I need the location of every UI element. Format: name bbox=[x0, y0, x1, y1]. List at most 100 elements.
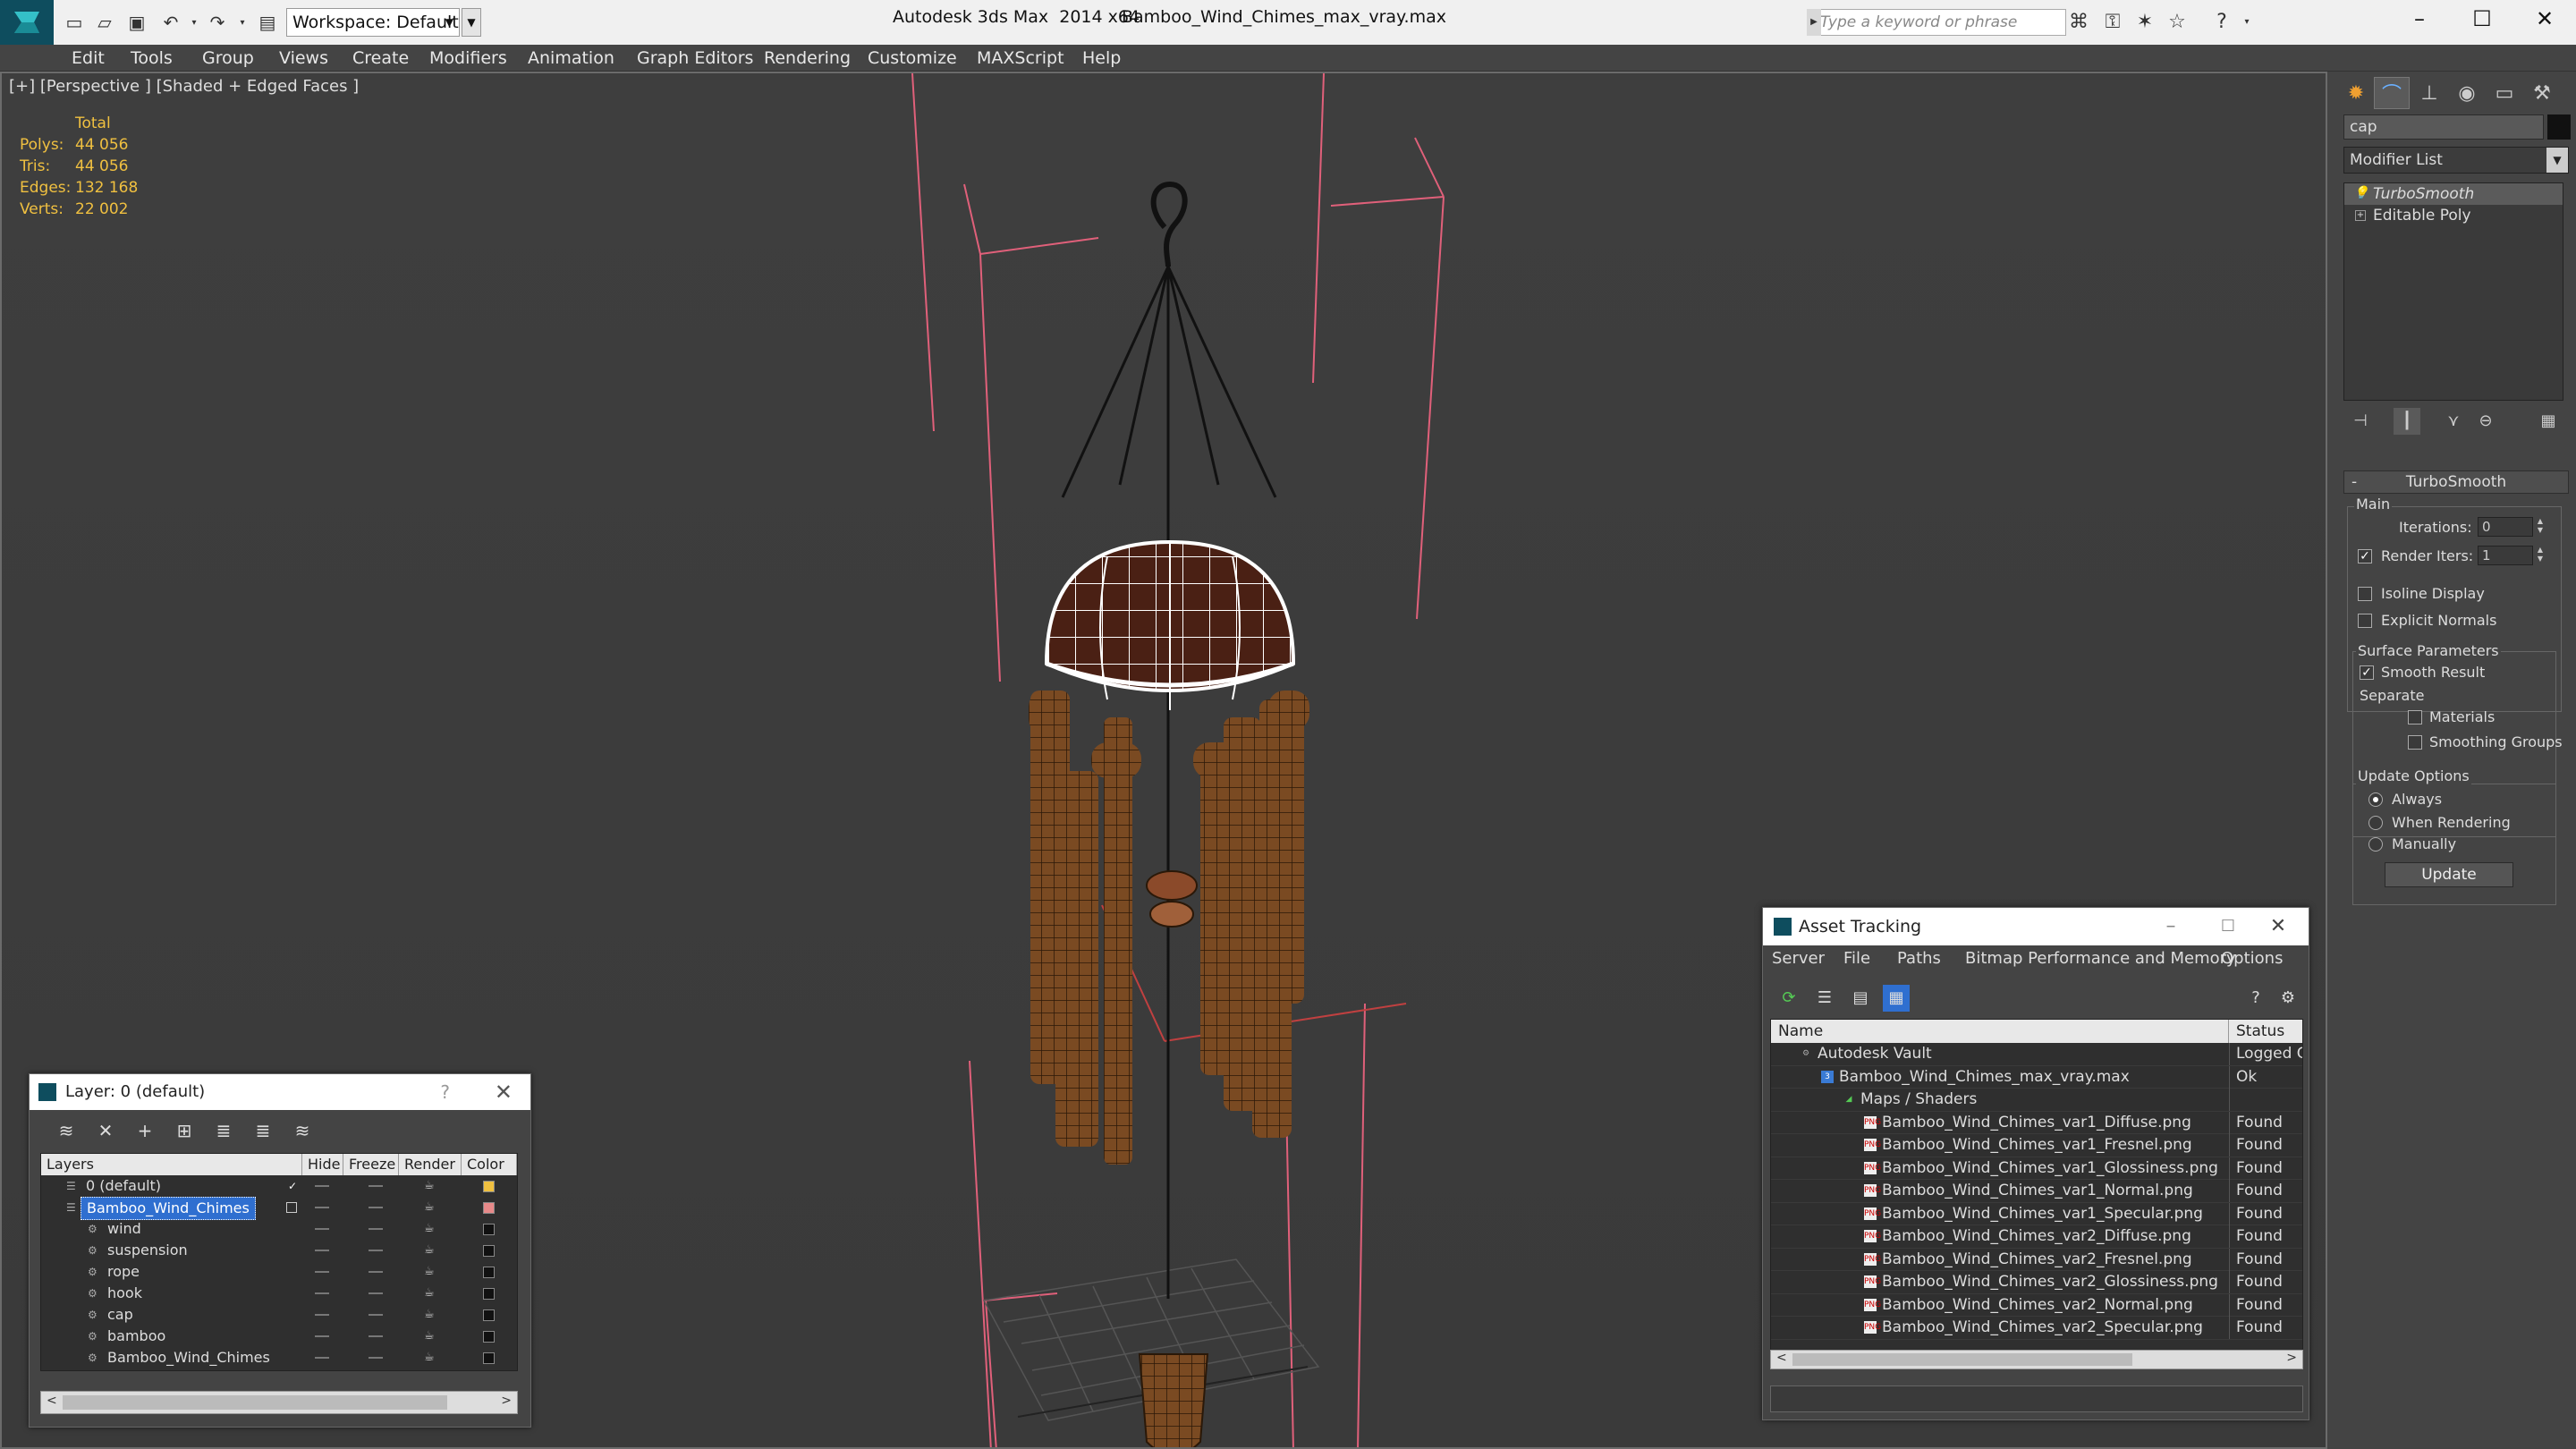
help-dropdown-icon[interactable]: ▾ bbox=[2234, 11, 2259, 34]
spinner-arrows-icon[interactable]: ▲ ▼ bbox=[2535, 546, 2546, 565]
layer-row[interactable]: ⚙ wind ☕ bbox=[41, 1218, 517, 1240]
minimize-button[interactable]: – bbox=[2388, 0, 2451, 38]
minimize-button[interactable]: – bbox=[2146, 908, 2196, 945]
asset-row[interactable]: PNG Bamboo_Wind_Chimes_var1_Specular.png F… bbox=[1771, 1202, 2302, 1225]
column-header[interactable]: Color bbox=[462, 1154, 517, 1175]
menu-animation[interactable]: Animation bbox=[528, 45, 614, 72]
menu-maxscript[interactable]: MAXScript bbox=[977, 45, 1064, 72]
settings-icon[interactable]: ⚙ bbox=[2275, 985, 2301, 1012]
column-header[interactable]: Freeze bbox=[343, 1154, 399, 1175]
subscription-key-icon[interactable]: ⚿ bbox=[2100, 11, 2125, 34]
asset-row[interactable]: PNG Bamboo_Wind_Chimes_var2_Specular.png F… bbox=[1771, 1317, 2302, 1340]
freeze-all-layers-icon[interactable]: ≋ bbox=[289, 1117, 316, 1144]
layer-color-swatch[interactable] bbox=[483, 1288, 495, 1300]
configure-sets-icon[interactable]: ▦ bbox=[2535, 408, 2562, 435]
highlight-layer-icon[interactable]: ≣ bbox=[210, 1117, 237, 1144]
freeze-toggle[interactable] bbox=[369, 1207, 383, 1208]
column-header[interactable]: Hide bbox=[302, 1154, 343, 1175]
freeze-toggle[interactable] bbox=[369, 1185, 383, 1187]
list-view-icon[interactable]: ☰ bbox=[1811, 985, 1838, 1012]
table-view-icon[interactable]: ▤ bbox=[1847, 985, 1874, 1012]
hide-toggle[interactable] bbox=[315, 1250, 329, 1251]
menu-help[interactable]: Help bbox=[1082, 45, 1121, 72]
update-button[interactable]: Update bbox=[2385, 862, 2513, 887]
layer-color-swatch[interactable] bbox=[483, 1309, 495, 1321]
asset-row[interactable]: ⚙ Autodesk Vault Logged O bbox=[1771, 1043, 2302, 1066]
column-header[interactable]: Status bbox=[2229, 1020, 2302, 1043]
freeze-toggle[interactable] bbox=[369, 1314, 383, 1316]
redo-dropdown-icon[interactable]: ▾ bbox=[231, 11, 254, 34]
layer-horizontal-scrollbar[interactable]: < > bbox=[40, 1391, 518, 1414]
menu-graph-editors[interactable]: Graph Editors bbox=[637, 45, 753, 72]
communication-icon[interactable]: ✶ bbox=[2132, 11, 2157, 34]
menu-create[interactable]: Create bbox=[352, 45, 409, 72]
grid-view-icon[interactable]: ▦ bbox=[1883, 985, 1910, 1012]
render-teapot-icon[interactable]: ☕ bbox=[424, 1287, 438, 1300]
asset-row[interactable]: PNG Bamboo_Wind_Chimes_var1_Diffuse.png Fo… bbox=[1771, 1111, 2302, 1134]
iterations-spinner[interactable]: 0 bbox=[2478, 517, 2533, 537]
hide-toggle[interactable] bbox=[315, 1271, 329, 1273]
undo-icon[interactable]: ↶ bbox=[159, 11, 182, 34]
save-file-icon[interactable]: ▣ bbox=[125, 11, 148, 34]
project-folder-icon[interactable]: ▤ bbox=[256, 11, 279, 34]
layer-row[interactable]: ⚙ cap ☕ bbox=[41, 1304, 517, 1326]
scroll-left-icon[interactable]: < bbox=[1776, 1351, 1787, 1365]
freeze-toggle[interactable] bbox=[369, 1250, 383, 1251]
layer-row[interactable]: ⚙ Bamboo_Wind_Chimes ☕ bbox=[41, 1347, 517, 1368]
when-rendering-radio[interactable] bbox=[2368, 816, 2383, 830]
freeze-toggle[interactable] bbox=[369, 1271, 383, 1273]
modify-tab-icon[interactable]: ⌒ bbox=[2374, 77, 2410, 109]
menu-edit[interactable]: Edit bbox=[72, 45, 105, 72]
display-tab-icon[interactable]: ▭ bbox=[2487, 77, 2522, 109]
redo-icon[interactable]: ↷ bbox=[206, 11, 229, 34]
render-teapot-icon[interactable]: ☕ bbox=[424, 1309, 438, 1321]
search-input[interactable]: Type a keyword or phrase bbox=[1807, 9, 2066, 36]
hide-toggle[interactable] bbox=[315, 1357, 329, 1359]
layer-color-swatch[interactable] bbox=[483, 1202, 495, 1214]
maximize-button[interactable]: ☐ bbox=[2203, 908, 2253, 945]
layer-color-swatch[interactable] bbox=[483, 1181, 495, 1192]
asset-row[interactable]: ◢ Maps / Shaders bbox=[1771, 1089, 2302, 1112]
render-iters-checkbox[interactable]: ✓ bbox=[2358, 549, 2372, 564]
render-teapot-icon[interactable]: ☕ bbox=[424, 1180, 438, 1192]
menu-group[interactable]: Group bbox=[202, 45, 254, 72]
column-header[interactable]: Layers bbox=[41, 1154, 302, 1175]
help-icon[interactable]: ? bbox=[2242, 985, 2269, 1012]
utilities-tab-icon[interactable]: ⚒ bbox=[2524, 77, 2560, 109]
menu-modifiers[interactable]: Modifiers bbox=[429, 45, 507, 72]
menu-tools[interactable]: Tools bbox=[131, 45, 173, 72]
delete-layer-icon[interactable]: ✕ bbox=[92, 1117, 119, 1144]
hide-toggle[interactable] bbox=[315, 1207, 329, 1208]
show-end-result-icon[interactable]: ┃ bbox=[2394, 408, 2420, 435]
asset-menu-server[interactable]: Server bbox=[1772, 949, 1825, 968]
close-button[interactable]: ✕ bbox=[2253, 908, 2303, 945]
layer-row[interactable]: ☰ Bamboo_Wind_Chimes ☕ bbox=[41, 1197, 517, 1220]
layer-row[interactable]: ⚙ bamboo ☕ bbox=[41, 1326, 517, 1347]
pin-stack-icon[interactable]: ⊣ bbox=[2347, 408, 2374, 435]
app-logo[interactable] bbox=[0, 0, 54, 45]
asset-dialog-titlebar[interactable]: Asset Tracking – ☐ ✕ bbox=[1763, 908, 2309, 945]
new-file-icon[interactable]: ▭ bbox=[63, 11, 86, 34]
scroll-right-icon[interactable]: > bbox=[501, 1394, 512, 1408]
stack-item-turbosmooth[interactable]: 💡 TurboSmooth bbox=[2344, 183, 2563, 205]
menu-rendering[interactable]: Rendering bbox=[764, 45, 851, 72]
hierarchy-tab-icon[interactable]: ⊥ bbox=[2411, 77, 2447, 109]
workspace-select[interactable]: Workspace: Default ▼ bbox=[286, 8, 460, 37]
layer-row[interactable]: ☰ 0 (default) ✓ ☕ bbox=[41, 1175, 517, 1197]
expand-plus-icon[interactable]: + bbox=[2355, 210, 2366, 221]
scroll-right-icon[interactable]: > bbox=[2286, 1351, 2297, 1365]
layer-color-swatch[interactable] bbox=[483, 1352, 495, 1364]
column-header[interactable]: Name bbox=[1771, 1020, 2229, 1043]
lightbulb-icon[interactable]: 💡 bbox=[2353, 187, 2368, 199]
asset-row[interactable]: PNG Bamboo_Wind_Chimes_var2_Normal.png Fou… bbox=[1771, 1293, 2302, 1317]
hide-all-layers-icon[interactable]: ≣ bbox=[250, 1117, 276, 1144]
refresh-icon[interactable]: ⟳ bbox=[1775, 985, 1802, 1012]
isoline-display-checkbox[interactable] bbox=[2358, 587, 2372, 601]
asset-row[interactable]: PNG Bamboo_Wind_Chimes_var2_Fresnel.png Fo… bbox=[1771, 1248, 2302, 1271]
asset-menu-paths[interactable]: Paths bbox=[1897, 949, 1941, 968]
render-teapot-icon[interactable]: ☕ bbox=[424, 1352, 438, 1364]
render-teapot-icon[interactable]: ☕ bbox=[424, 1244, 438, 1257]
freeze-toggle[interactable] bbox=[369, 1292, 383, 1294]
asset-menu-options[interactable]: Options bbox=[2221, 949, 2283, 968]
binoculars-icon[interactable]: ⌘ bbox=[2066, 11, 2091, 34]
